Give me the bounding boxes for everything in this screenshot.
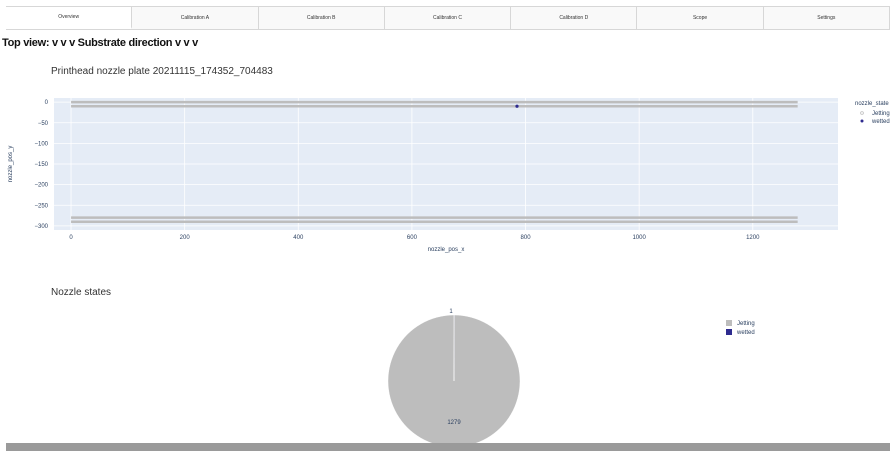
legend-label-jetting: Jetting <box>872 111 890 117</box>
y-tick-label: 0 <box>45 100 49 106</box>
pie-legend-label-jetting: Jetting <box>737 321 755 327</box>
pie-legend[interactable]: Jetting wetted <box>726 320 755 336</box>
scatter-legend[interactable]: nozzle_state Jetting wetted <box>855 101 890 125</box>
pie-chart[interactable] <box>387 314 521 448</box>
y-tick-label: −150 <box>34 162 48 168</box>
legend-label-wetted: wetted <box>871 119 890 125</box>
y-tick-label: −300 <box>34 224 48 230</box>
y-tick-label: −250 <box>34 203 48 209</box>
pie-value-label-wetted: 1 <box>449 309 453 315</box>
x-tick-label: 1000 <box>632 235 646 241</box>
x-tick-label: 600 <box>407 235 418 241</box>
x-axis-label: nozzle_pos_x <box>428 247 465 253</box>
x-tick-label: 0 <box>69 235 73 241</box>
pie-legend-swatch-wetted <box>726 329 732 335</box>
pie-legend-label-wetted: wetted <box>736 330 755 336</box>
x-tick-label: 800 <box>521 235 532 241</box>
legend-marker-jetting <box>860 111 864 115</box>
bottom-scrollbar[interactable] <box>6 443 890 451</box>
y-tick-label: −50 <box>38 121 49 127</box>
y-tick-label: −100 <box>34 141 48 147</box>
legend-marker-wetted <box>860 119 864 123</box>
legend-title: nozzle_state <box>855 101 889 107</box>
pie-value-label-jetting: 1279 <box>447 420 461 426</box>
x-tick-label: 400 <box>293 235 304 241</box>
y-axis-label: nozzle_pos_y <box>8 146 14 183</box>
wetted-nozzle-point <box>515 104 519 108</box>
y-tick-label: −200 <box>34 183 48 189</box>
x-tick-label: 200 <box>180 235 191 241</box>
pie-legend-swatch-jetting <box>726 320 732 326</box>
x-tick-label: 1200 <box>746 235 760 241</box>
y-tick-labels: 0 −50 −100 −150 −200 −250 −300 <box>34 100 48 230</box>
charts-canvas: 0 200 400 600 800 1000 1200 0 −50 −100 −150 −200 −2… <box>8 98 890 448</box>
x-tick-labels: 0 200 400 600 800 1000 1200 <box>69 235 760 241</box>
